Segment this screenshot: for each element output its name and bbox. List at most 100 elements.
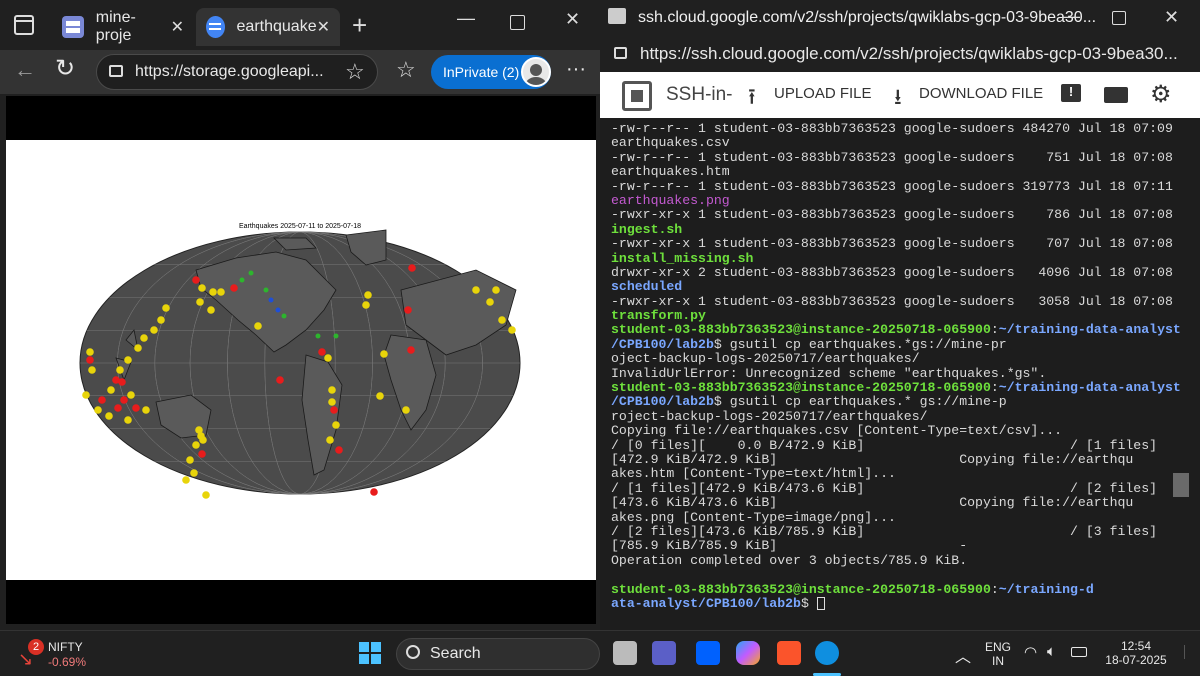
terminal-line: [472.9 KiB/472.9 KiB] Copying file://ear…	[611, 452, 1200, 467]
gear-icon[interactable]: ⚙	[1150, 80, 1172, 109]
terminal-text: student-03-883bb7363523@instance-2025071…	[611, 322, 991, 338]
maximize-button[interactable]	[1112, 11, 1126, 25]
terminal-text: -rw-r--r-- 1 student-03-883bb7363523 goo…	[611, 149, 1173, 165]
quake-marker	[230, 284, 238, 292]
terminal-line: install_missing.sh	[611, 251, 1200, 266]
terminal[interactable]: -rw-r--r-- 1 student-03-883bb7363523 goo…	[600, 118, 1200, 630]
terminal-line: ata-analyst/CPB100/lab2b$	[611, 596, 1200, 611]
more-icon[interactable]: ···	[566, 58, 586, 81]
teams-icon[interactable]	[652, 641, 676, 665]
show-desktop-button[interactable]	[1184, 645, 1194, 659]
sidebar-icon[interactable]	[14, 15, 34, 35]
feedback-icon[interactable]: !	[1061, 84, 1081, 102]
favorites-icon[interactable]: ☆	[396, 57, 416, 83]
avatar[interactable]	[521, 57, 551, 87]
quake-marker	[248, 270, 254, 276]
quake-marker	[209, 288, 217, 296]
terminal-line: student-03-883bb7363523@instance-2025071…	[611, 380, 1200, 396]
quake-marker	[408, 264, 416, 272]
terminal-scrollbar[interactable]	[1173, 473, 1189, 497]
quake-marker	[88, 366, 96, 374]
quake-marker	[335, 446, 343, 454]
download-file-button[interactable]: DOWNLOAD FILE	[919, 85, 1043, 102]
lang-line1: ENG	[984, 640, 1011, 654]
terminal-line: -rwxr-xr-x 1 student-03-883bb7363523 goo…	[611, 208, 1200, 222]
terminal-line: roject-backup-logs-20250717/earthquakes/	[611, 409, 1200, 424]
ssh-window: ssh.cloud.google.com/v2/ssh/projects/qwi…	[600, 0, 1200, 630]
download-icon[interactable]: ⭳	[894, 80, 902, 118]
quake-marker	[328, 398, 336, 406]
brave-icon[interactable]	[777, 641, 801, 665]
dropbox-icon[interactable]	[696, 641, 720, 665]
new-tab-button[interactable]: +	[352, 10, 367, 41]
terminal-line: akes.png [Content-Type=image/png]...	[611, 510, 1200, 525]
terminal-line: / [0 files][ 0.0 B/472.9 KiB] / [1 files…	[611, 438, 1200, 453]
terminal-line: Operation completed over 3 objects/785.9…	[611, 552, 1200, 568]
keyboard-icon[interactable]	[1104, 87, 1128, 103]
refresh-icon[interactable]: ↻	[55, 54, 75, 83]
quake-marker	[254, 322, 262, 330]
ssh-titlebar: ssh.cloud.google.com/v2/ssh/projects/qwi…	[600, 0, 1200, 36]
quake-marker	[486, 298, 494, 306]
clock-date: 18-07-2025	[1105, 653, 1167, 667]
terminal-text: drwxr-xr-x 2 student-03-883bb7363523 goo…	[611, 264, 1173, 280]
terminal-text: student-03-883bb7363523@instance-2025071…	[611, 380, 991, 396]
close-window-button[interactable]: ✕	[1164, 7, 1179, 28]
back-arrow-icon[interactable]: ←	[14, 57, 36, 83]
chevron-up-icon[interactable]: ︿	[955, 643, 971, 667]
ssh-address-bar[interactable]: https://ssh.cloud.google.com/v2/ssh/proj…	[600, 36, 1200, 70]
star-icon[interactable]: ☆	[345, 59, 365, 85]
task-view-icon[interactable]	[613, 641, 637, 665]
terminal-text: / [1 files][472.9 KiB/473.6 KiB] / [2 fi…	[611, 480, 1158, 496]
close-icon[interactable]: ✕	[171, 17, 184, 37]
quake-marker	[268, 297, 274, 303]
terminal-text: :	[990, 380, 999, 396]
terminal-text: Operation completed over 3 objects/785.9…	[611, 552, 968, 568]
terminal-line: [785.9 KiB/785.9 KiB] -	[611, 539, 1200, 553]
minimize-button[interactable]: —	[1062, 6, 1080, 27]
quake-marker	[134, 344, 142, 352]
tab-earthquakes[interactable]: earthquake ✕	[196, 8, 340, 46]
quake-marker	[192, 441, 200, 449]
quake-marker	[142, 406, 150, 414]
close-icon[interactable]: ✕	[317, 17, 330, 37]
storage-icon	[62, 16, 84, 38]
maximize-button[interactable]	[510, 15, 525, 30]
upload-icon[interactable]: ⭱	[748, 80, 756, 118]
terminal-text: earthquakes.csv	[611, 135, 730, 151]
terminal-text: oject-backup-logs-20250717/earthquakes/	[611, 351, 920, 367]
quake-marker	[82, 391, 90, 399]
terminal-line: -rwxr-xr-x 1 student-03-883bb7363523 goo…	[611, 236, 1200, 251]
terminal-text: $ gsutil cp earthquakes.* gs://mine-p	[713, 394, 1007, 410]
url-text: https://storage.googleapi...	[135, 63, 324, 80]
wifi-icon[interactable]: ◠	[1024, 643, 1037, 661]
upload-file-button[interactable]: UPLOAD FILE	[774, 85, 872, 102]
quake-marker	[199, 436, 207, 444]
close-window-button[interactable]: ✕	[565, 9, 580, 30]
quake-marker	[198, 450, 206, 458]
quake-marker	[407, 346, 415, 354]
minimize-button[interactable]: —	[457, 8, 475, 29]
terminal-line: -rwxr-xr-x 1 student-03-883bb7363523 goo…	[611, 294, 1200, 309]
windows-start-icon[interactable]	[359, 642, 381, 664]
document-icon	[206, 16, 225, 38]
quake-marker	[275, 307, 281, 313]
volume-icon[interactable]: 🔈︎	[1047, 643, 1056, 660]
copilot-icon[interactable]	[736, 641, 760, 665]
quake-marker	[492, 286, 500, 294]
terminal-line: -rw-r--r-- 1 student-03-883bb7363523 goo…	[611, 149, 1200, 165]
clock[interactable]: 12:54 18-07-2025	[1096, 639, 1176, 667]
language-indicator[interactable]: ENG IN	[984, 640, 1012, 668]
battery-icon[interactable]	[1071, 647, 1087, 657]
terminal-text: / [2 files][473.6 KiB/785.9 KiB] / [3 fi…	[611, 523, 1158, 539]
search-label: Search	[430, 645, 481, 662]
terminal-line: student-03-883bb7363523@instance-2025071…	[611, 581, 1200, 597]
edge-icon[interactable]	[815, 641, 839, 665]
quake-marker	[198, 284, 206, 292]
terminal-text: transform.py	[611, 308, 706, 324]
taskbar-search[interactable]: Search	[396, 638, 600, 670]
tab-mine-project[interactable]: mine-proje ✕	[52, 8, 194, 46]
terminal-text: ~/training-d	[998, 581, 1094, 597]
terminal-text: /CPB100/lab2b	[611, 336, 714, 352]
address-bar[interactable]: https://storage.googleapi... ☆	[96, 54, 378, 90]
